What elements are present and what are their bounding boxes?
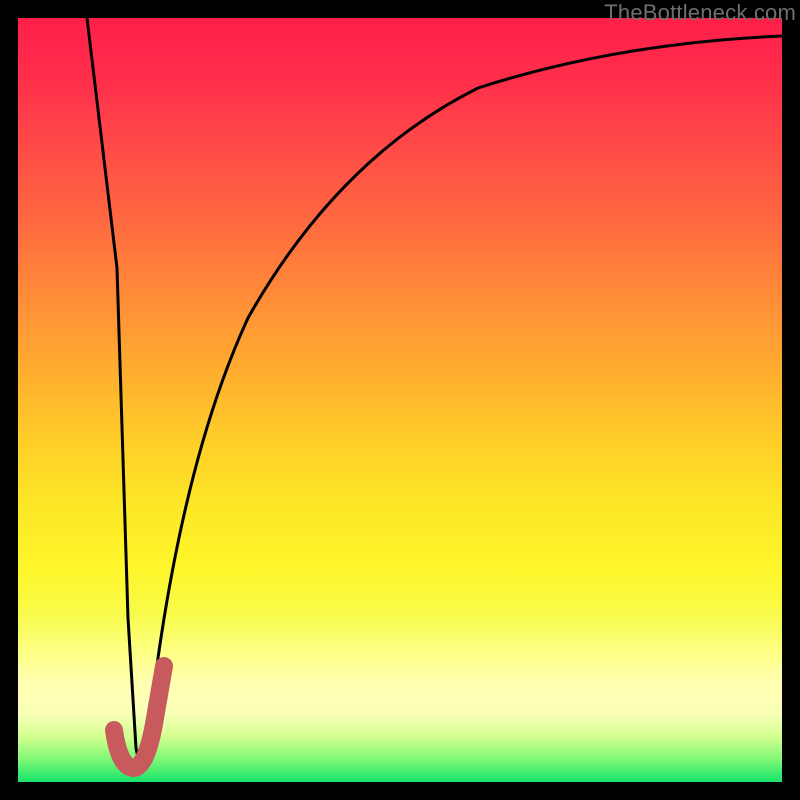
chart-frame: TheBottleneck.com (0, 0, 800, 800)
curve-layer (18, 18, 782, 782)
black-curve (87, 18, 782, 760)
plot-area (18, 18, 782, 782)
watermark-text: TheBottleneck.com (604, 0, 796, 26)
red-check-mark (114, 666, 164, 768)
